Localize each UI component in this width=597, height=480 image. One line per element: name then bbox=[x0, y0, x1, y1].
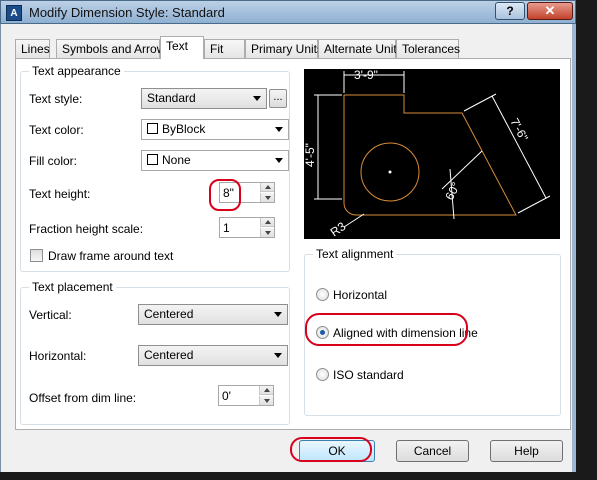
text-style-dropdown[interactable]: Standard bbox=[141, 88, 267, 109]
iso-standard-radio[interactable] bbox=[316, 368, 329, 381]
horizontal-dropdown[interactable]: Centered bbox=[138, 345, 288, 366]
horizontal-radio[interactable] bbox=[316, 288, 329, 301]
hole-center-mark bbox=[388, 170, 392, 174]
color-swatch-icon bbox=[147, 123, 158, 134]
chevron-down-icon bbox=[274, 312, 282, 317]
text-alignment-group: Text alignment Horizontal Aligned with d… bbox=[304, 247, 561, 416]
title-bar: A Modify Dimension Style: Standard ? ✕ bbox=[0, 0, 576, 24]
dialog-body: Lines Symbols and Arrows Text Fit Primar… bbox=[0, 24, 576, 472]
dim-angle-text: 60° bbox=[442, 180, 463, 203]
horizontal-radio-label[interactable]: Horizontal bbox=[333, 288, 387, 302]
text-color-value: ByBlock bbox=[162, 122, 206, 136]
horizontal-label: Horizontal: bbox=[29, 349, 87, 363]
tab-text[interactable]: Text bbox=[160, 36, 204, 59]
dim-right-text: 7'-6" bbox=[507, 116, 531, 144]
window-title: Modify Dimension Style: Standard bbox=[29, 5, 225, 20]
text-appearance-title: Text appearance bbox=[29, 64, 124, 78]
text-color-label: Text color: bbox=[29, 123, 84, 137]
dimension-lines bbox=[314, 71, 551, 228]
chevron-down-icon bbox=[274, 353, 282, 358]
spin-up-icon[interactable] bbox=[259, 386, 273, 395]
chevron-down-icon bbox=[275, 127, 283, 132]
text-alignment-title: Text alignment bbox=[313, 247, 397, 261]
color-swatch-icon bbox=[147, 154, 158, 165]
offset-label: Offset from dim line: bbox=[29, 391, 137, 405]
text-style-browse-button[interactable]: ... bbox=[269, 89, 287, 108]
fill-color-value: None bbox=[162, 153, 191, 167]
text-height-stepper[interactable] bbox=[219, 182, 275, 203]
aligned-radio[interactable] bbox=[316, 326, 329, 339]
fill-color-label: Fill color: bbox=[29, 154, 78, 168]
text-height-label: Text height: bbox=[29, 187, 91, 201]
spin-up-icon[interactable] bbox=[260, 218, 274, 227]
tab-alternate-units[interactable]: Alternate Units bbox=[318, 39, 403, 58]
cancel-button[interactable]: Cancel bbox=[396, 440, 469, 462]
text-style-label: Text style: bbox=[29, 92, 83, 106]
tab-fit[interactable]: Fit bbox=[204, 39, 245, 58]
tab-primary-units[interactable]: Primary Units bbox=[245, 39, 323, 58]
dim-left-text: 4'-5" bbox=[304, 143, 317, 167]
text-color-dropdown[interactable]: ByBlock bbox=[141, 119, 289, 140]
text-placement-title: Text placement bbox=[29, 280, 116, 294]
draw-frame-label[interactable]: Draw frame around text bbox=[48, 249, 173, 263]
chevron-down-icon bbox=[275, 158, 283, 163]
tab-tolerances[interactable]: Tolerances bbox=[396, 39, 460, 58]
text-height-input[interactable] bbox=[220, 183, 260, 202]
text-appearance-group: Text appearance Text style: Standard ...… bbox=[20, 64, 290, 272]
spin-down-icon[interactable] bbox=[259, 396, 273, 405]
iso-standard-radio-label[interactable]: ISO standard bbox=[333, 368, 404, 382]
horizontal-value: Centered bbox=[144, 348, 194, 362]
spin-up-icon[interactable] bbox=[260, 183, 274, 192]
text-tab-panel: Text appearance Text style: Standard ...… bbox=[15, 58, 571, 430]
aligned-radio-label[interactable]: Aligned with dimension line bbox=[333, 326, 478, 340]
text-placement-group: Text placement Vertical: Centered Horizo… bbox=[20, 280, 290, 425]
tab-symbols-and-arrows[interactable]: Symbols and Arrows bbox=[56, 39, 171, 58]
autocad-icon: A bbox=[6, 5, 22, 21]
dimension-preview: 3'-9" 4'-5" 7'-6" 60° R3 bbox=[303, 68, 560, 239]
help-button[interactable]: Help bbox=[490, 440, 563, 462]
tab-lines[interactable]: Lines bbox=[15, 39, 50, 58]
draw-frame-checkbox[interactable] bbox=[30, 249, 43, 262]
preview-drawing: 3'-9" 4'-5" 7'-6" 60° R3 bbox=[303, 68, 551, 239]
spin-down-icon[interactable] bbox=[260, 193, 274, 202]
chevron-down-icon bbox=[253, 96, 261, 101]
help-icon[interactable]: ? bbox=[495, 2, 525, 20]
close-icon[interactable]: ✕ bbox=[527, 2, 573, 20]
text-style-value: Standard bbox=[147, 91, 196, 105]
dim-top-text: 3'-9" bbox=[354, 69, 378, 82]
ok-button[interactable]: OK bbox=[299, 440, 375, 462]
offset-stepper[interactable] bbox=[218, 385, 274, 406]
spin-down-icon[interactable] bbox=[260, 228, 274, 237]
vertical-label: Vertical: bbox=[29, 308, 72, 322]
fill-color-dropdown[interactable]: None bbox=[141, 150, 289, 171]
fraction-height-label: Fraction height scale: bbox=[29, 222, 144, 236]
vertical-dropdown[interactable]: Centered bbox=[138, 304, 288, 325]
fraction-height-stepper[interactable] bbox=[219, 217, 275, 238]
vertical-value: Centered bbox=[144, 307, 194, 321]
offset-input[interactable] bbox=[219, 386, 259, 405]
object-outline bbox=[343, 94, 517, 216]
fraction-height-input[interactable] bbox=[220, 218, 260, 237]
dim-radius-text: R3 bbox=[328, 219, 349, 239]
